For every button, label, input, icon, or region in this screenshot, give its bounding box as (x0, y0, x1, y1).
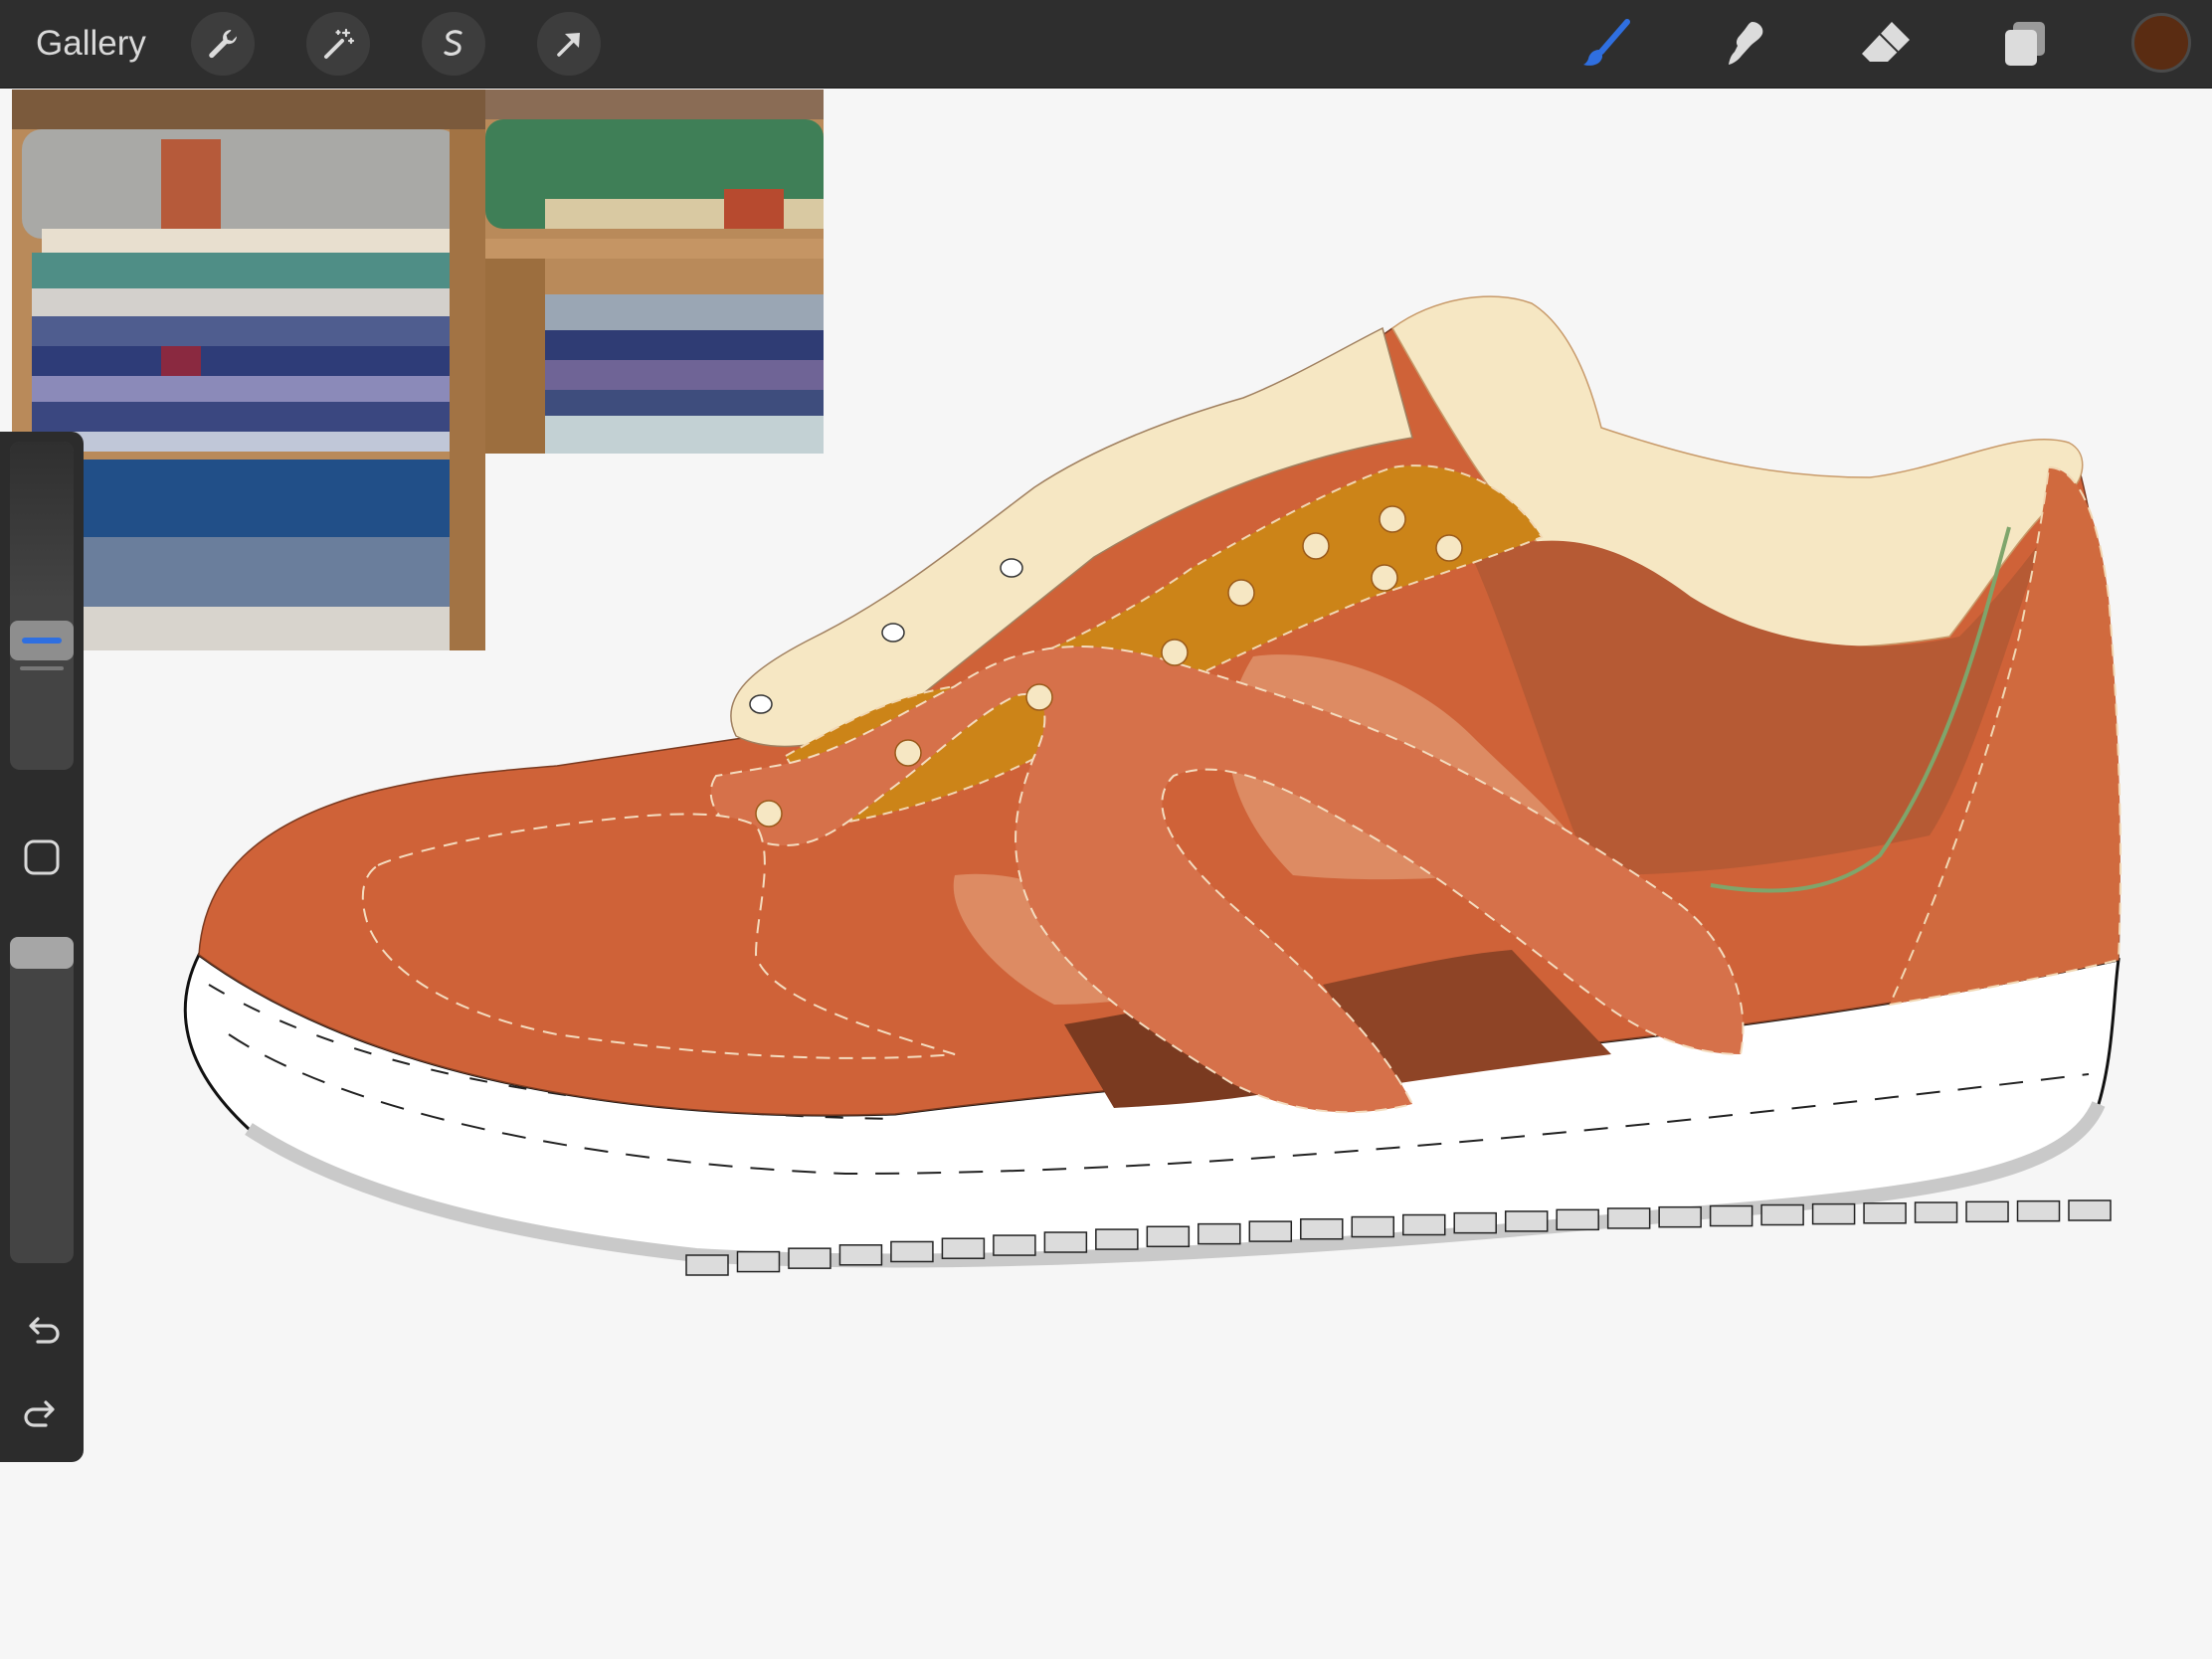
eyelet (1379, 505, 1406, 533)
slider-thumb-accent (22, 638, 62, 644)
tread-lug (1043, 1231, 1088, 1253)
tread-lug (1095, 1228, 1139, 1250)
tread-lug (1811, 1202, 1856, 1225)
tread-lug (1248, 1220, 1293, 1242)
layers-button[interactable] (1995, 14, 2055, 74)
gallery-button[interactable]: Gallery (36, 22, 146, 66)
layers-icon (2005, 22, 2045, 66)
tread-lug (736, 1250, 781, 1273)
square-icon (24, 839, 60, 875)
tread-lug (993, 1234, 1036, 1256)
slider-tick (20, 666, 64, 670)
brush-button[interactable] (1577, 14, 1637, 74)
tread-lug (1709, 1204, 1753, 1227)
tread-lug (685, 1254, 729, 1276)
brush-size-slider[interactable] (10, 442, 74, 770)
eyelet (1161, 639, 1189, 666)
tread-lug (941, 1237, 986, 1259)
selection-button[interactable] (422, 12, 485, 76)
tread-lug (1760, 1203, 1804, 1226)
opacity-thumb[interactable] (10, 937, 74, 969)
tread-lug (1300, 1217, 1344, 1240)
brush-size-thumb[interactable] (10, 621, 74, 660)
eyelet (755, 800, 783, 828)
tread-lug (1401, 1213, 1446, 1236)
tread-lug (1965, 1200, 2009, 1223)
eraser-button[interactable] (1856, 14, 1916, 74)
tread-lug (1146, 1225, 1191, 1248)
actions-button[interactable] (191, 12, 255, 76)
color-picker-button[interactable] (2131, 13, 2191, 73)
modify-button[interactable] (17, 832, 67, 882)
blankets-photo-2 (485, 90, 824, 454)
adjustments-button[interactable] (306, 12, 370, 76)
eyelet (1227, 579, 1255, 607)
tread-lug (838, 1244, 883, 1266)
eyelet (1302, 532, 1330, 560)
tread-lug (1914, 1201, 1958, 1223)
brush-icon (1583, 19, 1630, 66)
tread-lug (2068, 1199, 2112, 1221)
wrench-icon (209, 30, 237, 59)
transform-button[interactable] (537, 12, 601, 76)
transform-arrow-icon (557, 33, 580, 57)
tread-lug (1453, 1211, 1497, 1234)
selection-icon (444, 30, 462, 56)
tread-lug (1556, 1208, 1599, 1231)
tread-lug (1658, 1205, 1702, 1228)
tread-lug (2016, 1199, 2061, 1222)
eyelet (1371, 564, 1398, 592)
undo-button[interactable] (17, 1305, 67, 1355)
reference-photo-blankets-2[interactable] (485, 90, 824, 454)
undo-icon (29, 1317, 60, 1344)
tread-lug (1863, 1202, 1907, 1224)
smudge-icon (1729, 22, 1763, 65)
eraser-icon (1862, 22, 1910, 62)
smudge-button[interactable] (1717, 14, 1776, 74)
opacity-slider[interactable] (10, 937, 74, 1263)
top-toolbar: Gallery (0, 0, 2212, 89)
tread-lug (1198, 1222, 1241, 1245)
eyelet (894, 739, 922, 767)
tread-lug (1351, 1215, 1395, 1238)
magic-wand-icon (324, 28, 355, 59)
tread-lug (890, 1240, 934, 1263)
tread-lug (788, 1247, 831, 1269)
tread-lug (1504, 1210, 1549, 1232)
slider-gradient (10, 442, 74, 601)
left-sidebar (0, 432, 84, 1462)
eyelet (1435, 534, 1463, 562)
redo-icon (24, 1400, 55, 1427)
eyelet (1025, 683, 1053, 711)
redo-button[interactable] (17, 1388, 67, 1438)
tread-lug (1606, 1207, 1651, 1229)
